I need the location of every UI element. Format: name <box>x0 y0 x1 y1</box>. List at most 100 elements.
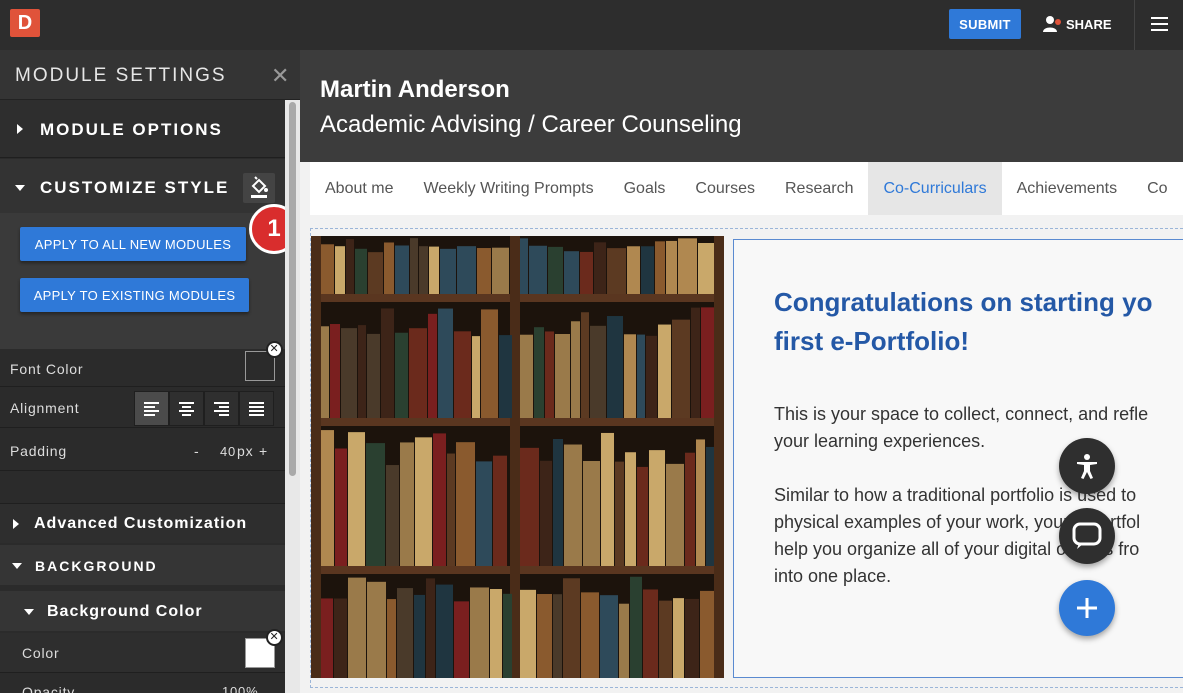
opacity-row: Opacity 100% <box>0 674 285 693</box>
book-spine <box>456 442 475 566</box>
book-spine <box>615 461 624 566</box>
module-options-label: MODULE OPTIONS <box>40 120 223 139</box>
nav-tab-weekly-writing-prompts[interactable]: Weekly Writing Prompts <box>408 162 608 215</box>
clear-color-icon[interactable]: ✕ <box>266 629 283 646</box>
book-spine <box>520 238 528 294</box>
book-spine <box>594 242 606 294</box>
nav-tab-goals[interactable]: Goals <box>609 162 681 215</box>
book-spine <box>624 334 636 418</box>
book-spine <box>321 244 334 294</box>
book-spine <box>348 432 365 566</box>
welcome-title-line-1: Congratulations on starting yo <box>774 287 1153 317</box>
app-logo[interactable]: D <box>10 9 40 37</box>
alignment-label: Alignment <box>10 400 80 416</box>
nav-tab-co-curriculars[interactable]: Co-Curriculars <box>868 162 1002 215</box>
padding-increase-button[interactable]: + <box>259 443 268 459</box>
book-spine <box>438 308 453 418</box>
padding-unit: px <box>237 443 254 459</box>
book-spine <box>490 588 502 678</box>
accessibility-icon <box>1077 454 1097 479</box>
apply-to-existing-modules-button[interactable]: APPLY TO EXISTING MODULES <box>20 278 249 312</box>
background-section[interactable]: BACKGROUND <box>0 545 285 585</box>
customize-style-section[interactable]: CUSTOMIZE STYLE <box>0 159 285 213</box>
paragraph-line: Similar to how a traditional portfolio i… <box>774 485 1137 505</box>
book-spine <box>493 455 507 566</box>
book-spine <box>520 589 536 678</box>
welcome-title-line-2: first e-Portfolio! <box>774 326 969 356</box>
bookshelf-illustration <box>311 236 724 678</box>
book-spine <box>540 460 552 566</box>
hamburger-menu-icon[interactable] <box>1151 17 1168 31</box>
nav-tab-more[interactable]: Co <box>1132 162 1182 215</box>
nav-tab-research[interactable]: Research <box>770 162 868 215</box>
panel-header: MODULE SETTINGS ✕ <box>0 50 300 100</box>
user-icon <box>1042 15 1061 33</box>
align-center-icon[interactable] <box>169 391 204 426</box>
bookshelf-image[interactable] <box>311 236 724 678</box>
color-label: Color <box>22 645 60 661</box>
paint-bucket-icon[interactable] <box>243 173 275 203</box>
accessibility-button[interactable] <box>1059 438 1115 494</box>
book-spine <box>419 246 428 294</box>
opacity-value[interactable]: 100% <box>222 684 258 693</box>
portfolio-page: Martin Anderson Academic Advising / Care… <box>300 50 1183 693</box>
book-spine <box>534 327 544 418</box>
book-spine <box>580 251 593 294</box>
padding-value[interactable]: 40 <box>220 444 236 459</box>
align-justify-icon[interactable] <box>239 391 274 426</box>
book-spine <box>400 442 414 566</box>
chat-bubble-icon <box>1072 522 1102 549</box>
chat-button[interactable] <box>1059 508 1115 564</box>
book-spine <box>600 595 618 678</box>
book-spine <box>503 593 512 678</box>
opacity-label: Opacity <box>22 684 76 693</box>
advanced-customization-section[interactable]: Advanced Customization <box>0 503 285 543</box>
paragraph-line: physical examples of your work, your e-p… <box>774 512 1141 532</box>
apply-to-all-new-modules-button[interactable]: APPLY TO ALL NEW MODULES <box>20 227 246 261</box>
book-spine <box>334 598 347 678</box>
align-left-icon[interactable] <box>134 391 169 426</box>
book-spine <box>367 333 380 418</box>
book-spine <box>607 248 626 294</box>
nav-tab-courses[interactable]: Courses <box>680 162 770 215</box>
book-spine <box>472 336 480 418</box>
book-spine <box>321 430 334 566</box>
padding-decrease-button[interactable]: - <box>194 443 199 459</box>
alignment-row: Alignment <box>0 388 285 428</box>
welcome-text-module[interactable]: Congratulations on starting yo first e-P… <box>733 239 1183 678</box>
close-icon[interactable]: ✕ <box>271 63 289 89</box>
paragraph-line: This is your space to collect, connect, … <box>774 404 1149 424</box>
clear-color-icon[interactable]: ✕ <box>266 341 283 358</box>
book-spine <box>414 594 425 678</box>
book-spine <box>358 325 366 418</box>
book-spine <box>655 241 665 294</box>
module-options-section[interactable]: MODULE OPTIONS <box>0 100 285 158</box>
submit-button[interactable]: SUBMIT <box>949 9 1021 39</box>
nav-tab-achievements[interactable]: Achievements <box>1002 162 1133 215</box>
background-color-section[interactable]: Background Color <box>0 591 285 631</box>
chevron-down-icon <box>15 185 25 191</box>
book-spine <box>366 443 385 566</box>
book-spine <box>368 252 383 294</box>
nav-tab-about-me[interactable]: About me <box>310 162 408 215</box>
book-spine <box>386 465 399 566</box>
book-spine <box>537 594 552 678</box>
paragraph-line: help you organize all of your digital ob… <box>774 539 1140 559</box>
book-spine <box>520 334 533 418</box>
welcome-paragraph-2: Similar to how a traditional portfolio i… <box>774 482 1183 590</box>
book-spine <box>348 577 366 678</box>
book-spine <box>564 444 582 566</box>
book-spine <box>321 326 329 418</box>
book-spine <box>355 248 367 294</box>
share-button[interactable]: SHARE <box>1042 9 1112 39</box>
book-spine <box>457 246 476 294</box>
book-spine <box>447 453 455 566</box>
book-spine <box>428 313 437 418</box>
book-spine <box>367 581 386 678</box>
book-spine <box>454 331 471 418</box>
add-button[interactable] <box>1059 580 1115 636</box>
book-spine <box>619 603 629 678</box>
book-spine <box>625 452 636 566</box>
scrollbar-thumb[interactable] <box>289 102 296 476</box>
align-right-icon[interactable] <box>204 391 239 426</box>
